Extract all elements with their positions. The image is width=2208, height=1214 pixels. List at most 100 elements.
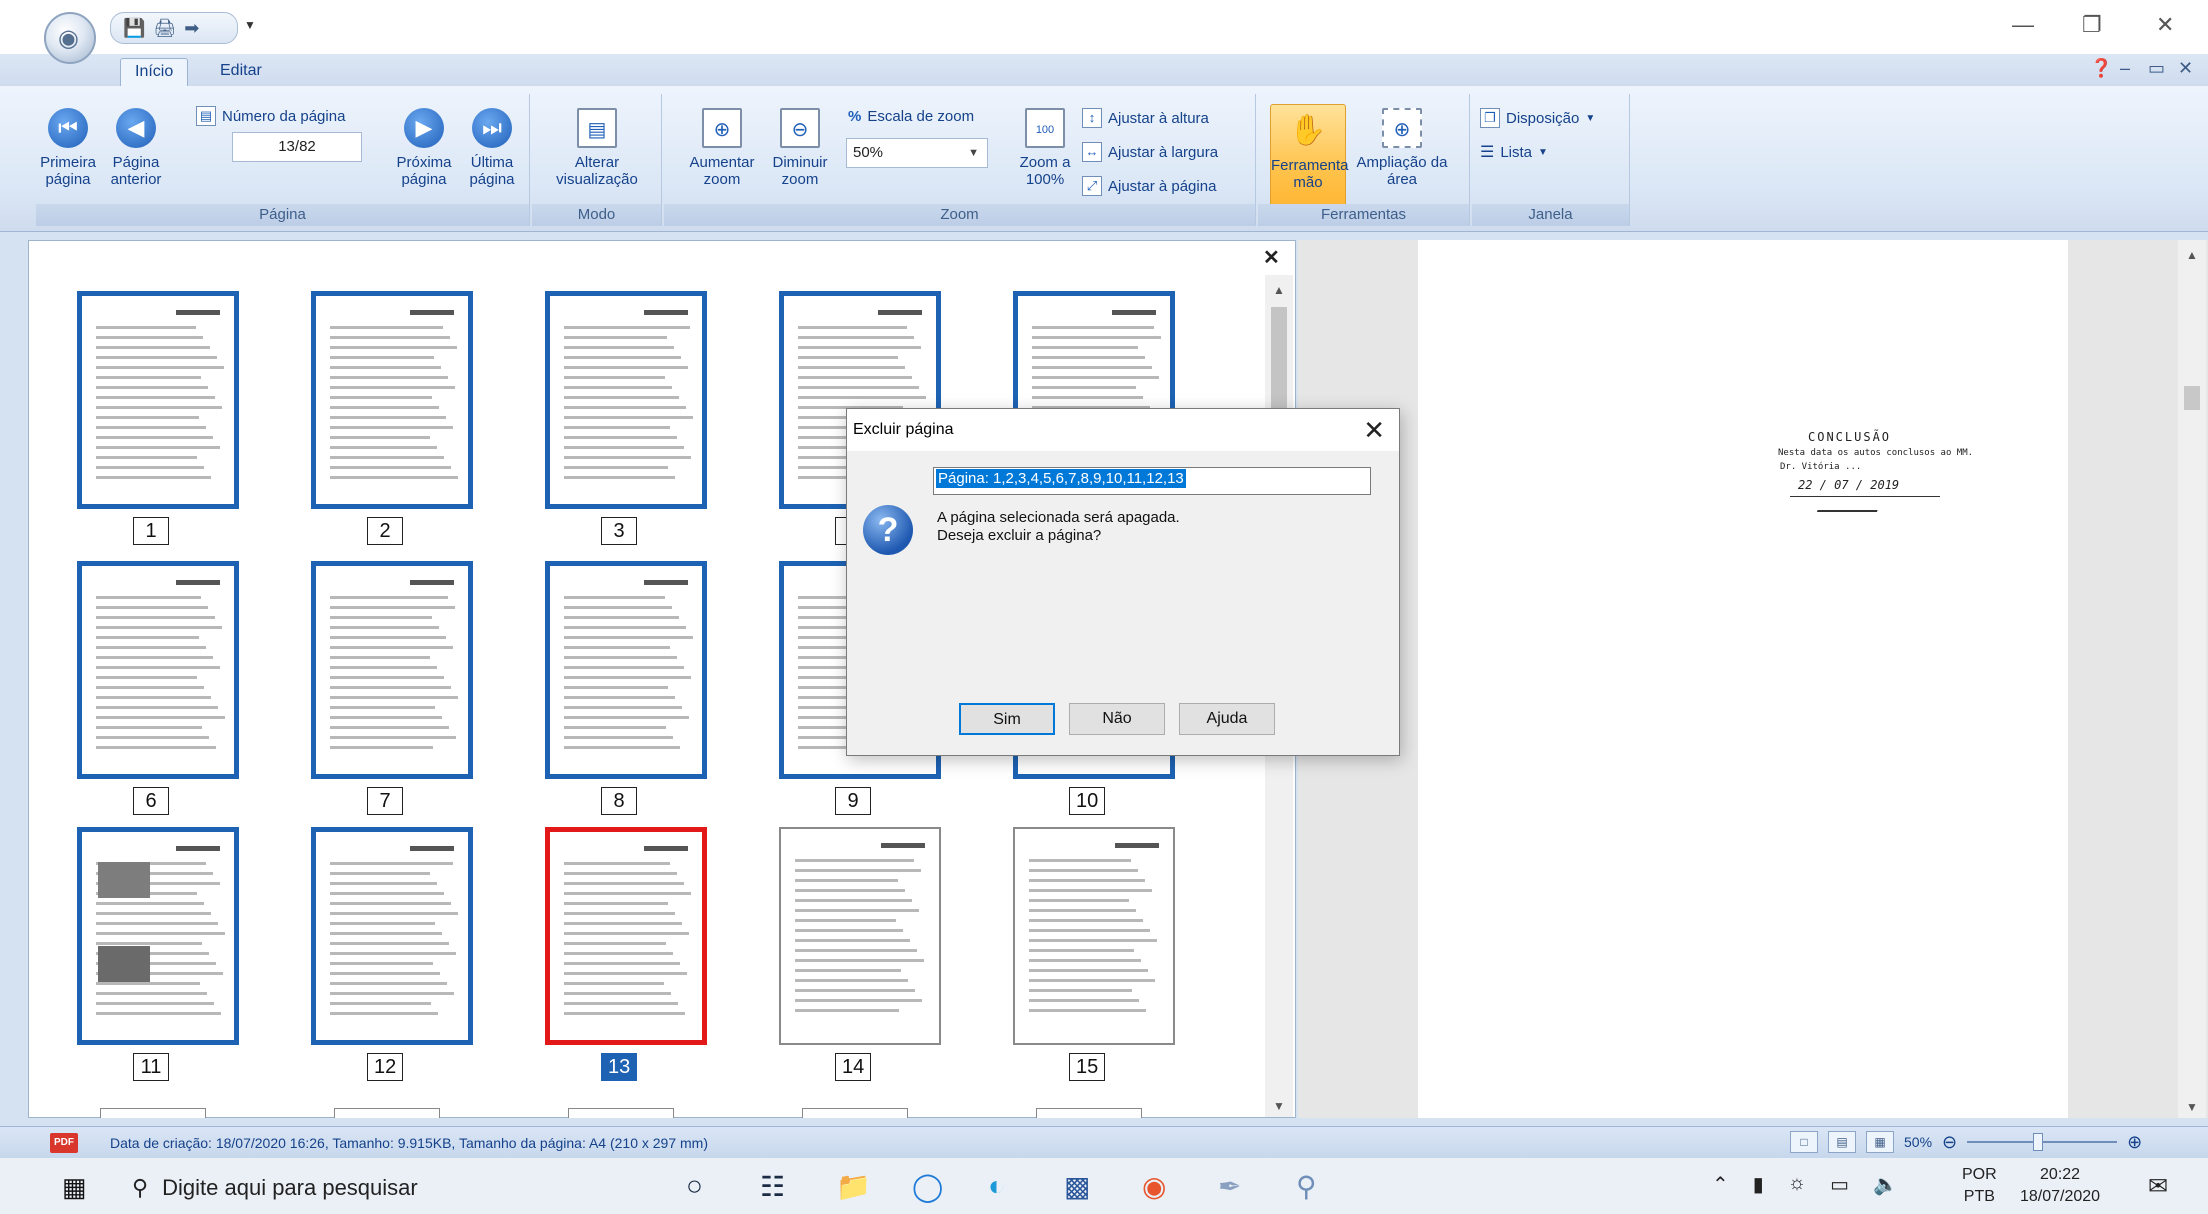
network-icon[interactable]: ☼ [1788,1172,1806,1197]
thumbnail-page[interactable]: 8 [535,561,707,815]
scroll-up-icon[interactable]: ▲ [2186,248,2198,262]
zoom-in-button[interactable]: ⊕ Aumentar zoom [680,108,764,188]
hand-tool-button[interactable]: ✋ Ferramenta mão [1270,104,1349,216]
thumbnail-partial-19[interactable] [802,1108,908,1118]
snipping-tool-icon[interactable]: ✒ [1218,1170,1241,1203]
thumbnail-partial-18[interactable] [568,1108,674,1118]
thumbnail-text-line [96,616,215,619]
print-icon[interactable]: 🖨 [153,18,176,39]
fit-height-icon: ↕ [1082,108,1102,128]
change-view-button[interactable]: ▤ Alterar visualização [540,108,654,188]
thumbnail-header-mark [176,310,220,315]
thumbnail-page[interactable]: 7 [301,561,473,815]
no-button[interactable]: Não [1069,703,1165,735]
zoom-out-small-icon[interactable]: ⊖ [1942,1132,1957,1153]
thumbnail-photo-block [98,862,150,898]
close-pane-icon[interactable]: ✕ [1263,245,1280,270]
thumbnail-text-line [795,969,901,972]
preview-scrollbar[interactable]: ▲ ▼ [2178,240,2206,1118]
taskbar-search[interactable]: ⚲ Digite aqui para pesquisar [118,1166,638,1210]
app-menu-button[interactable]: ◉ [44,12,96,64]
chrome-icon[interactable]: ◉ [1142,1170,1166,1203]
list-dropdown[interactable]: ☰ Lista ▼ [1480,142,1548,162]
zoom-slider[interactable] [1967,1131,2118,1153]
ribbon-minimize-icon[interactable]: – [2120,58,2130,79]
thumbnail-page[interactable]: 3 [535,291,707,545]
scroll-up-icon[interactable]: ▲ [1273,283,1285,297]
thumbnail-page[interactable]: 14 [769,827,941,1081]
preview-scrollbar-thumb[interactable] [2184,386,2200,410]
thumbnail-page[interactable]: 2 [301,291,473,545]
thumbnail-partial-20[interactable] [1036,1108,1142,1118]
language-indicator[interactable]: POR PTB [1962,1164,1997,1208]
thumbnail-page[interactable]: 11 [67,827,239,1081]
chevron-up-icon[interactable]: ⌃ [1712,1172,1729,1197]
thumbnail-page[interactable]: 1 [67,291,239,545]
windows-start-icon[interactable]: ▦ [62,1172,87,1203]
last-page-button[interactable]: ⏭ Última página [460,108,524,188]
tab-inicio[interactable]: Início [120,58,189,86]
pages-input[interactable]: Página: 1,2,3,4,5,6,7,8,9,10,11,12,13 [933,467,1371,495]
fit-height-button[interactable]: ↕ Ajustar à altura [1082,108,1209,128]
save-icon[interactable]: 💾 [123,18,145,39]
clock[interactable]: 20:22 18/07/2020 [2020,1164,2100,1208]
fit-width-button[interactable]: ↔ Ajustar à largura [1082,142,1218,162]
file-explorer-icon[interactable]: 📁 [836,1170,871,1203]
thumbnail-text-line [330,436,430,439]
thumbnail-text-line [795,859,914,862]
thumbnail-text-line [330,616,432,619]
zoom-scale-select[interactable]: 50% ▼ [846,138,988,168]
scroll-down-icon[interactable]: ▼ [1273,1099,1285,1113]
continuous-view-icon[interactable]: ▤ [1828,1131,1856,1153]
close-icon[interactable]: ✕ [2156,12,2174,38]
volume-icon[interactable]: 🔈 [1873,1172,1898,1197]
thumbnail-page[interactable]: 6 [67,561,239,815]
forward-icon[interactable]: ➡ [184,18,199,39]
notifications-icon[interactable]: ✉ [2148,1172,2168,1201]
next-page-button[interactable]: ▶ Próxima página [388,108,460,188]
thumbnail-text-line [564,686,668,689]
help-button[interactable]: Ajuda [1179,703,1275,735]
edge-icon[interactable]: ◐ [988,1170,1005,1202]
task-view-icon[interactable]: ☷ [760,1170,785,1203]
zoom-in-small-icon[interactable]: ⊕ [2127,1132,2142,1153]
restore-icon[interactable]: ❐ [2082,12,2102,38]
zoom-out-button[interactable]: ⊖ Diminuir zoom [764,108,836,188]
first-page-button[interactable]: ⏮ Primeira página [36,108,100,188]
tab-editar[interactable]: Editar [206,58,276,86]
dialog-close-icon[interactable]: ✕ [1363,415,1385,446]
help-icon[interactable]: ❓ [2090,58,2112,79]
display-icon[interactable]: ▭ [1830,1172,1849,1197]
grid-view-icon[interactable]: ▦ [1866,1131,1894,1153]
previous-page-button[interactable]: ◀ Página anterior [100,108,172,188]
minimize-icon[interactable]: — [2012,12,2034,38]
cortana-icon[interactable]: ○ [686,1170,703,1202]
scroll-down-icon[interactable]: ▼ [2186,1100,2198,1114]
single-page-view-icon[interactable]: □ [1790,1131,1818,1153]
thumbnail-text-line [330,396,432,399]
thumbnail-page[interactable]: 12 [301,827,473,1081]
thumbnail-page[interactable]: 13 [535,827,707,1081]
edge-legacy-icon[interactable]: ◯ [912,1170,943,1203]
pdf-viewer-taskbar-icon[interactable]: ⚲ [1296,1170,1317,1203]
thumbnail-text-line [330,972,440,975]
word-icon[interactable]: ▩ [1064,1170,1090,1203]
zoom-100-button[interactable]: 100 Zoom a 100% [1010,108,1080,188]
fit-page-button[interactable]: ⤢ Ajustar à página [1082,176,1216,196]
yes-button[interactable]: Sim [959,703,1055,735]
chevron-down-icon: ▼ [968,147,979,159]
zoom-slider-knob[interactable] [2033,1133,2044,1151]
ribbon-close-icon[interactable]: ✕ [2178,58,2193,79]
layout-dropdown[interactable]: ❐ Disposição ▼ [1480,108,1595,128]
thumbnail-partial-16[interactable] [100,1108,206,1118]
thumbnail-partial-17[interactable] [334,1108,440,1118]
battery-icon[interactable]: ▮ [1753,1172,1764,1197]
question-icon: ? [863,505,913,555]
thumbnail-text-line [564,326,690,329]
ribbon-restore-icon[interactable]: ▭ [2148,58,2165,79]
area-zoom-button[interactable]: ⊕ Ampliação da área [1354,108,1450,188]
thumbnail-page[interactable]: 15 [1003,827,1175,1081]
customize-toolbar-arrow[interactable]: ▼ [244,18,256,32]
page-number-input[interactable]: 13/82 [232,132,362,162]
status-bar: PDF Data de criação: 18/07/2020 16:26, T… [0,1126,2208,1158]
